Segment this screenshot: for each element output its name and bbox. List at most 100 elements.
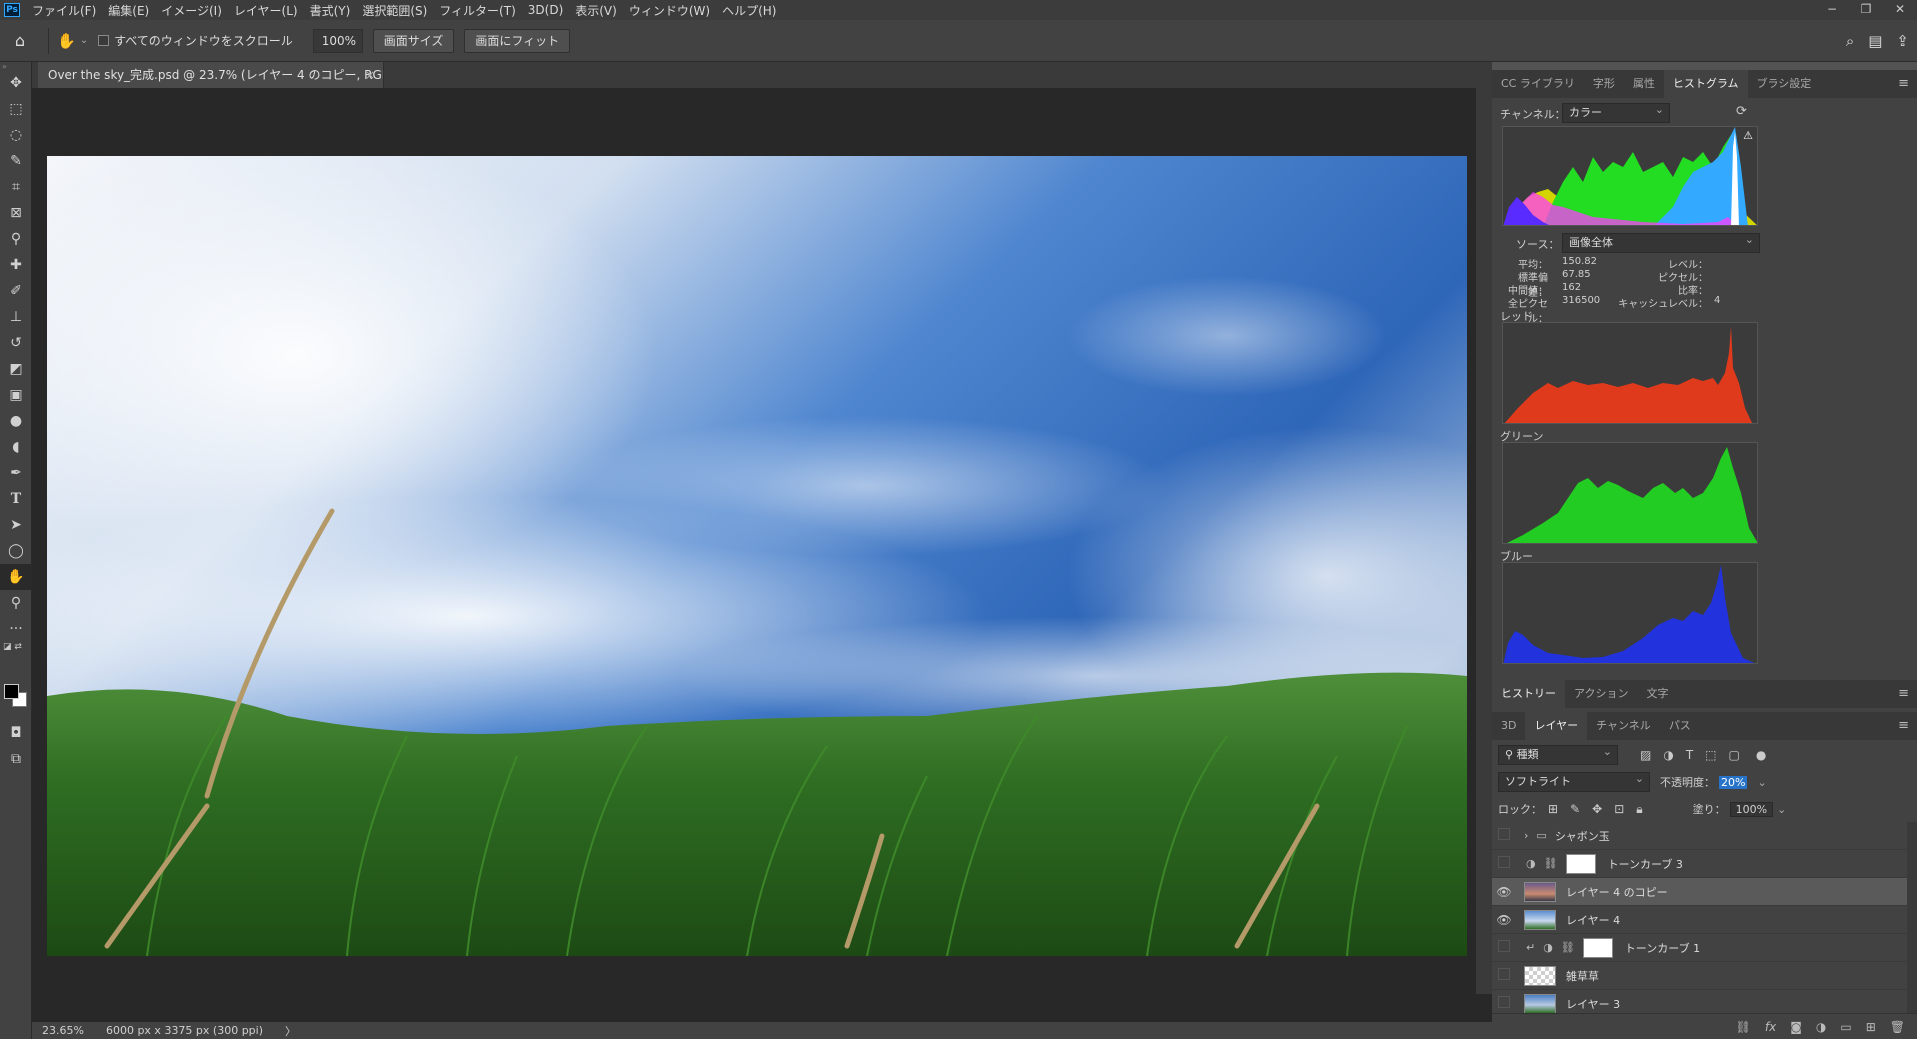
hand-tool-preset-icon[interactable]: ✋ [57, 32, 76, 50]
collapse-arrows-icon[interactable]: » [0, 62, 31, 71]
delete-layer-icon[interactable]: 🗑︎ [1890, 1020, 1905, 1034]
workspace-icon[interactable]: ▤ [1868, 32, 1882, 50]
history-panel-menu-icon[interactable]: ≡ [1898, 686, 1909, 701]
tab-paths[interactable]: パス [1660, 712, 1700, 740]
menu-type[interactable]: 書式(Y) [304, 2, 357, 19]
eraser-tool-icon[interactable]: ◩ [0, 356, 32, 382]
eyedropper-tool-icon[interactable]: ⚲ [0, 226, 32, 252]
move-tool-icon[interactable]: ✥ [0, 70, 32, 96]
lock-all-icon[interactable]: 🔒︎ [1636, 802, 1642, 817]
visibility-toggle-icon[interactable] [1492, 856, 1516, 871]
crop-tool-icon[interactable]: ⌗ [0, 174, 32, 200]
menu-help[interactable]: ヘルプ(H) [716, 2, 782, 19]
fill-chevron-icon[interactable]: ⌄ [1777, 803, 1786, 816]
pen-tool-icon[interactable]: ✒ [0, 460, 32, 486]
healing-brush-tool-icon[interactable]: ✚ [0, 252, 32, 278]
close-window-button[interactable]: ✕ [1883, 0, 1917, 20]
menu-select[interactable]: 選択範囲(S) [356, 2, 433, 19]
status-menu-arrow[interactable]: 〉 [285, 1023, 296, 1039]
eye-icon[interactable]: 👁︎ [1492, 885, 1516, 899]
restore-button[interactable]: ❐ [1849, 0, 1883, 20]
lock-transparent-icon[interactable]: ⊞ [1548, 802, 1558, 816]
source-dropdown[interactable]: 画像全体 [1562, 231, 1760, 253]
menu-window[interactable]: ウィンドウ(W) [623, 2, 716, 19]
menu-view[interactable]: 表示(V) [569, 2, 623, 19]
menu-filter[interactable]: フィルター(T) [433, 2, 521, 19]
smart-object-filter-icon[interactable]: ▢ [1729, 748, 1740, 762]
marquee-tool-icon[interactable]: ⬚ [0, 96, 32, 122]
canvas-image[interactable] [47, 156, 1467, 956]
gradient-tool-icon[interactable]: ▣ [0, 382, 32, 408]
screen-mode-icon[interactable]: ⧉ [0, 746, 32, 772]
layers-panel-menu-icon[interactable]: ≡ [1898, 718, 1909, 733]
clone-stamp-tool-icon[interactable]: ⊥ [0, 304, 32, 330]
menu-edit[interactable]: 編集(E) [102, 2, 155, 19]
visibility-toggle-icon[interactable] [1492, 940, 1516, 955]
lock-position-icon[interactable]: ✥ [1592, 802, 1602, 816]
lock-artboard-icon[interactable]: ⊡ [1614, 802, 1624, 816]
lock-image-icon[interactable]: ✎ [1570, 802, 1580, 816]
checkbox-box[interactable] [98, 35, 110, 46]
ellipse-tool-icon[interactable]: ◯ [0, 538, 32, 564]
swap-colors-icon[interactable]: ◪ ⇄ [0, 642, 31, 656]
menu-3d[interactable]: 3D(D) [522, 3, 569, 17]
tab-character[interactable]: 文字 [1637, 680, 1677, 708]
zoom-tool-icon[interactable]: ⚲ [0, 590, 32, 616]
blend-mode-dropdown[interactable]: ソフトライト [1498, 770, 1650, 792]
menu-image[interactable]: イメージ(I) [155, 2, 228, 19]
visibility-toggle-icon[interactable] [1492, 968, 1516, 983]
cache-warning-icon[interactable]: ⚠ [1743, 129, 1753, 142]
add-mask-icon[interactable]: ◙ [1790, 1020, 1802, 1034]
dodge-tool-icon[interactable]: ◖ [0, 434, 32, 460]
new-group-icon[interactable]: ▭ [1840, 1020, 1851, 1034]
document-tab[interactable]: Over the sky_完成.psd @ 23.7% (レイヤー 4 のコピー… [38, 62, 384, 88]
minimize-button[interactable]: − [1815, 0, 1849, 20]
panel-menu-icon[interactable]: ≡ [1898, 76, 1909, 91]
pixel-filter-icon[interactable]: ▨ [1640, 748, 1651, 762]
refresh-icon[interactable]: ⟳ [1736, 104, 1747, 119]
link-layers-icon[interactable]: ⛓ [1736, 1020, 1751, 1034]
new-adjustment-icon[interactable]: ◑ [1816, 1020, 1826, 1034]
tab-cc-libraries[interactable]: CC ライブラリ [1492, 70, 1584, 98]
menu-file[interactable]: ファイル(F) [26, 2, 102, 19]
foreground-color-swatch[interactable] [4, 684, 19, 699]
more-tools-icon[interactable]: ··· [0, 616, 32, 642]
zoom-field[interactable]: 100% [312, 28, 363, 53]
tab-properties[interactable]: 属性 [1624, 70, 1664, 98]
filter-toggle-icon[interactable]: ● [1756, 748, 1766, 762]
visibility-toggle-icon[interactable] [1492, 996, 1516, 1011]
new-layer-icon[interactable]: ⊞ [1866, 1020, 1876, 1034]
blur-tool-icon[interactable]: ● [0, 408, 32, 434]
layer-row[interactable]: 👁︎ レイヤー 4 [1492, 906, 1907, 934]
layer-kind-filter[interactable]: ⚲ 種類 [1498, 743, 1618, 765]
expand-chevron-icon[interactable]: › [1524, 829, 1528, 842]
fit-screen-button[interactable]: 画面にフィット [464, 28, 571, 53]
lasso-tool-icon[interactable]: ◌ [0, 122, 32, 148]
layer-row[interactable]: 雑草草 [1492, 962, 1907, 990]
fill-field[interactable]: 100% [1729, 801, 1774, 817]
zoom-level[interactable]: 23.65% [42, 1024, 84, 1037]
home-icon[interactable]: ⌂ [0, 31, 40, 50]
quick-select-tool-icon[interactable]: ✎ [0, 148, 32, 174]
layer-row-group[interactable]: › ▭ シャボン玉 [1492, 822, 1907, 850]
tab-histogram[interactable]: ヒストグラム [1663, 70, 1748, 98]
tab-glyphs[interactable]: 字形 [1584, 70, 1624, 98]
screen-size-button[interactable]: 画面サイズ [372, 28, 455, 53]
visibility-toggle-icon[interactable] [1492, 828, 1516, 843]
share-icon[interactable]: ⇪ [1896, 32, 1909, 50]
adjustment-filter-icon[interactable]: ◑ [1663, 748, 1673, 762]
layer-row-selected[interactable]: 👁︎ レイヤー 4 のコピー [1492, 878, 1907, 906]
chevron-down-icon[interactable]: ⌄ [80, 35, 88, 46]
shape-filter-icon[interactable]: ⬚ [1705, 748, 1716, 762]
type-tool-icon[interactable]: T [0, 486, 32, 512]
type-filter-icon[interactable]: T [1686, 748, 1693, 762]
channel-dropdown[interactable]: カラー [1562, 101, 1670, 123]
close-tab-icon[interactable]: × [365, 62, 375, 88]
eye-icon[interactable]: 👁︎ [1492, 913, 1516, 927]
opacity-chevron-icon[interactable]: ⌄ [1757, 776, 1766, 789]
layers-scrollbar[interactable] [1907, 822, 1917, 1018]
layer-mask-thumbnail[interactable] [1565, 853, 1596, 874]
layer-style-icon[interactable]: fx [1765, 1020, 1776, 1034]
quick-mask-icon[interactable]: ◘ [0, 720, 32, 746]
tab-channels[interactable]: チャンネル [1587, 712, 1660, 740]
